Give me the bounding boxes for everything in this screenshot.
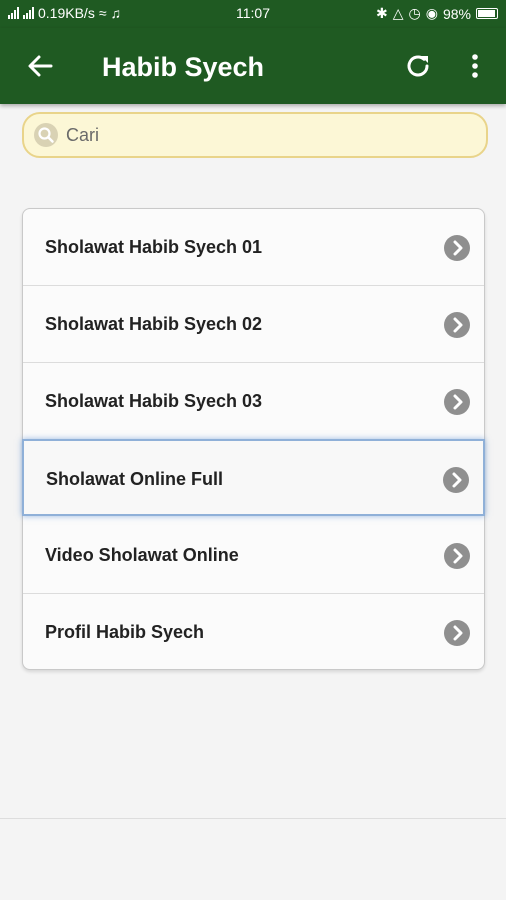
status-bar: 0.19KB/s ≈ ♫ 11:07 ✱ △ ◷ ◉ 98% bbox=[0, 0, 506, 28]
list-item-label: Video Sholawat Online bbox=[45, 545, 239, 565]
list-item[interactable]: Profil Habib Syech bbox=[23, 594, 484, 671]
chevron-right-icon bbox=[444, 235, 470, 261]
list-item[interactable]: Video Sholawat Online bbox=[23, 517, 484, 594]
list-item-label: Sholawat Online Full bbox=[46, 469, 224, 489]
search-icon bbox=[34, 123, 58, 147]
status-right: ✱ △ ◷ ◉ 98% bbox=[376, 5, 498, 22]
chevron-right-icon bbox=[444, 620, 470, 646]
divider bbox=[0, 818, 506, 819]
list-item-label: Sholawat Habib Syech 01 bbox=[45, 237, 263, 257]
list-item-label: Profil Habib Syech bbox=[45, 622, 205, 642]
back-arrow-icon[interactable] bbox=[24, 50, 56, 82]
battery-percent: 98% bbox=[442, 5, 471, 22]
chevron-right-icon bbox=[444, 543, 470, 569]
list-item-label: Sholawat Habib Syech 03 bbox=[45, 391, 263, 411]
app-bar: Habib Syech bbox=[0, 28, 506, 104]
list-item[interactable]: Sholawat Habib Syech 02 bbox=[23, 286, 484, 363]
page-title: Habib Syech bbox=[102, 52, 265, 82]
more-vert-icon[interactable] bbox=[462, 50, 488, 82]
list-item[interactable]: Sholawat Habib Syech 03 bbox=[23, 363, 484, 440]
chevron-right-icon bbox=[443, 467, 469, 493]
eye-icon: ◉ bbox=[425, 5, 438, 21]
list-item[interactable]: Sholawat Habib Syech 01 bbox=[23, 209, 484, 286]
bluetooth-icon: ✱ bbox=[376, 5, 388, 21]
search-input[interactable] bbox=[66, 120, 466, 150]
chevron-right-icon bbox=[444, 312, 470, 338]
chevron-right-icon bbox=[444, 389, 470, 415]
list-item-label: Sholawat Habib Syech 02 bbox=[45, 314, 263, 334]
search-bar[interactable] bbox=[22, 112, 488, 158]
battery-icon bbox=[476, 8, 498, 19]
list-item-focused[interactable]: Sholawat Online Full bbox=[22, 439, 485, 516]
menu-list: Sholawat Habib Syech 01 Sholawat Habib S… bbox=[22, 208, 485, 670]
alarm-icon: ◷ bbox=[408, 5, 421, 21]
notification-off-icon: △ bbox=[392, 5, 404, 21]
refresh-icon[interactable] bbox=[402, 50, 434, 82]
